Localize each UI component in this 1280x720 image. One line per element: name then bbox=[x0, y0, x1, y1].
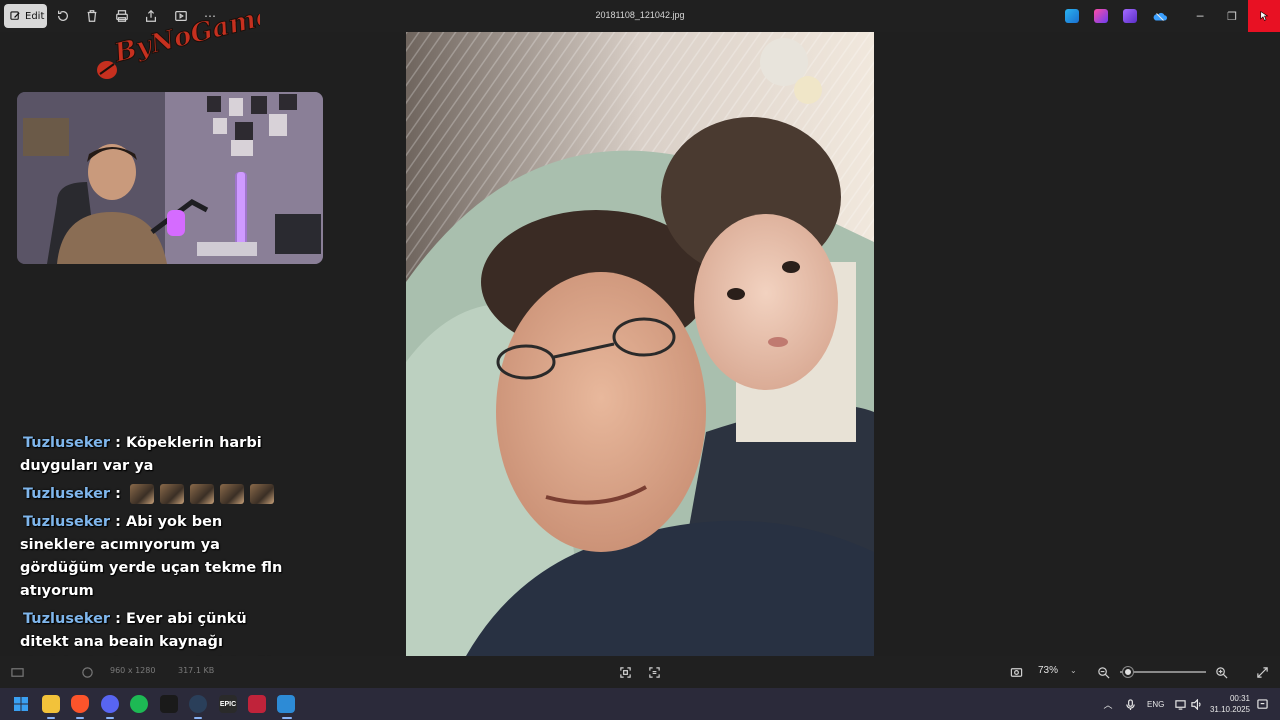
screenshot-icon[interactable] bbox=[1009, 665, 1023, 679]
clock[interactable]: 00:31 31.10.2025 bbox=[1210, 693, 1250, 715]
designer-icon[interactable] bbox=[1123, 9, 1137, 23]
notification-icon[interactable] bbox=[1256, 698, 1268, 710]
chevron-up-icon[interactable]: ︿ bbox=[1102, 698, 1114, 711]
status-bar: 960 x 1280 317.1 KB 73% ⌄ bbox=[0, 656, 1280, 688]
photos-edit-icon[interactable] bbox=[1065, 9, 1079, 23]
rotate-icon[interactable] bbox=[55, 8, 71, 24]
zoom-level[interactable]: 73% bbox=[1038, 665, 1058, 676]
active-indicator bbox=[47, 717, 55, 719]
file-explorer-icon[interactable] bbox=[42, 695, 60, 713]
filmstrip-icon[interactable] bbox=[10, 665, 24, 679]
zoom-in-icon[interactable] bbox=[1214, 665, 1228, 679]
edit-button[interactable]: Edit bbox=[4, 4, 47, 28]
brave-icon[interactable] bbox=[71, 695, 89, 713]
volume-icon[interactable] bbox=[1190, 698, 1202, 710]
emote-icon bbox=[190, 484, 214, 504]
minimize-button[interactable]: ─ bbox=[1184, 0, 1216, 32]
zoom-slider-thumb[interactable] bbox=[1122, 667, 1133, 677]
fullscreen-icon[interactable] bbox=[1255, 665, 1269, 679]
active-indicator bbox=[76, 717, 84, 719]
photo-image bbox=[406, 32, 874, 656]
spotify-icon[interactable] bbox=[130, 695, 148, 713]
active-indicator bbox=[194, 717, 202, 719]
active-indicator bbox=[282, 717, 292, 719]
zoom-out-icon[interactable] bbox=[1096, 665, 1110, 679]
main-photo[interactable] bbox=[406, 32, 874, 656]
cursor-icon bbox=[1259, 10, 1268, 21]
close-button[interactable] bbox=[1248, 0, 1280, 32]
active-indicator bbox=[106, 717, 114, 719]
clipchamp-icon[interactable] bbox=[1094, 9, 1108, 23]
edit-icon bbox=[10, 10, 20, 20]
file-title: 20181108_121042.jpg bbox=[595, 10, 685, 20]
file-size: 317.1 KB bbox=[178, 666, 215, 675]
dark-app-icon[interactable] bbox=[160, 695, 178, 713]
chat-username: Tuzluseker bbox=[23, 435, 111, 451]
emote-row bbox=[130, 484, 274, 504]
emote-icon bbox=[250, 484, 274, 504]
restore-button[interactable]: ❐ bbox=[1216, 0, 1248, 32]
chat-message: Tuzluseker : Abi yok ben sineklere acımı… bbox=[20, 511, 300, 603]
emote-icon bbox=[160, 484, 184, 504]
microphone-icon[interactable] bbox=[1124, 698, 1136, 710]
chat-username: Tuzluseker bbox=[23, 514, 111, 530]
photos-icon[interactable] bbox=[277, 695, 295, 713]
emote-icon bbox=[220, 484, 244, 504]
webcam-overlay bbox=[17, 92, 323, 264]
emote-icon bbox=[130, 484, 154, 504]
start-icon[interactable] bbox=[12, 695, 30, 713]
chat-username: Tuzluseker bbox=[23, 611, 111, 627]
chat-text: : bbox=[115, 486, 121, 502]
chat-message: Tuzluseker : bbox=[20, 483, 300, 506]
language-indicator[interactable]: ENG bbox=[1147, 700, 1164, 709]
edit-label: Edit bbox=[25, 10, 45, 22]
logo-text: ByNoGame bbox=[110, 14, 260, 69]
steam-icon[interactable] bbox=[189, 695, 207, 713]
zoom-slider-track[interactable] bbox=[1120, 671, 1206, 673]
chevron-down-icon[interactable]: ⌄ bbox=[1070, 666, 1077, 675]
image-dimensions: 960 x 1280 bbox=[110, 666, 156, 675]
chat-message: Tuzluseker : Köpeklerin harbi duyguları … bbox=[20, 432, 300, 478]
channel-logo: ByNoGame bbox=[95, 0, 276, 80]
network-icon[interactable] bbox=[1174, 698, 1186, 710]
chat-username: Tuzluseker bbox=[23, 486, 111, 502]
actual-size-icon[interactable] bbox=[647, 665, 661, 679]
info-icon[interactable] bbox=[80, 665, 94, 679]
fit-screen-icon[interactable] bbox=[618, 665, 632, 679]
clock-date: 31.10.2025 bbox=[1209, 705, 1250, 714]
taskbar: EPIC ︿ ENG 00:31 31.10.2025 bbox=[0, 688, 1280, 720]
clock-time: 00:31 bbox=[1229, 694, 1250, 703]
epic-games-icon[interactable]: EPIC bbox=[219, 695, 237, 713]
valorant-icon[interactable] bbox=[248, 695, 266, 713]
onedrive-icon[interactable] bbox=[1152, 9, 1167, 23]
discord-icon[interactable] bbox=[101, 695, 119, 713]
